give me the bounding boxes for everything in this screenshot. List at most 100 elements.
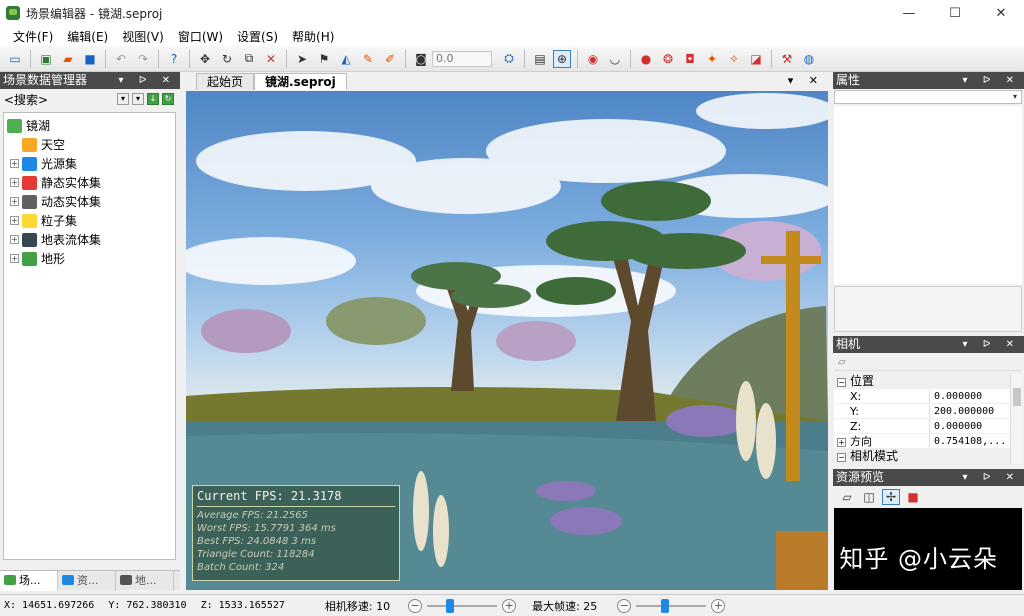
- expand-icon[interactable]: +: [10, 254, 19, 263]
- expand-icon[interactable]: +: [837, 438, 846, 447]
- expand-icon[interactable]: +: [10, 197, 19, 206]
- tools-icon[interactable]: ⚒: [778, 50, 796, 68]
- property-value[interactable]: 0.754108,...: [929, 434, 1010, 448]
- undo-icon[interactable]: ↶: [112, 50, 130, 68]
- folder-icon[interactable]: ▰: [59, 50, 77, 68]
- tree-root[interactable]: 镜湖: [4, 116, 175, 135]
- panel-controls[interactable]: ▾ ᐅ ✕: [963, 336, 1020, 353]
- property-row[interactable]: Y: 200.000000: [834, 404, 1010, 419]
- axis-icon[interactable]: ✢: [882, 489, 900, 505]
- snap-icon[interactable]: ⊕: [553, 49, 571, 68]
- property-value[interactable]: 0.000000: [929, 389, 1010, 403]
- property-row[interactable]: X: 0.000000: [834, 389, 1010, 404]
- tree-item[interactable]: + 粒子集: [4, 211, 175, 230]
- rotate-icon[interactable]: ↻: [218, 50, 236, 68]
- menu-help[interactable]: 帮助(H): [285, 28, 341, 45]
- save-icon[interactable]: ■: [81, 50, 99, 68]
- panel-controls[interactable]: ▾ ᐅ ✕: [963, 469, 1020, 486]
- menu-file[interactable]: 文件(F): [6, 28, 60, 45]
- properties-selector[interactable]: ▾: [834, 90, 1022, 104]
- eye-icon[interactable]: ◉: [584, 50, 602, 68]
- download-icon[interactable]: ↓: [147, 93, 159, 105]
- expand-icon[interactable]: +: [10, 235, 19, 244]
- panel-controls[interactable]: ▾ ᐅ ✕: [119, 72, 176, 89]
- properties-grid[interactable]: [834, 106, 1022, 284]
- new-icon[interactable]: ▭: [6, 50, 24, 68]
- max-fps-decrease[interactable]: −: [617, 598, 632, 613]
- scene-viewport[interactable]: Current FPS: 21.3178 Average FPS: 21.256…: [186, 91, 828, 590]
- expand-icon[interactable]: +: [10, 159, 19, 168]
- tab-scene[interactable]: 场...: [0, 571, 58, 591]
- refresh-icon[interactable]: ↻: [162, 93, 174, 105]
- property-row[interactable]: + 方向 0.754108,...: [834, 434, 1010, 449]
- scrollbar-thumb[interactable]: [1013, 388, 1021, 406]
- collapse-icon[interactable]: −: [837, 453, 846, 462]
- dropdown-icon[interactable]: ▾: [132, 93, 144, 105]
- render-screen-icon[interactable]: ◪: [747, 50, 765, 68]
- dropdown-icon[interactable]: ▾: [117, 93, 129, 105]
- paint-icon[interactable]: ✎: [359, 50, 377, 68]
- toolbar-value-field[interactable]: 0.0: [432, 50, 492, 67]
- move-icon[interactable]: ✥: [196, 50, 214, 68]
- printer-icon[interactable]: ▤: [531, 50, 549, 68]
- water-icon[interactable]: ◍: [800, 50, 818, 68]
- render-light-icon[interactable]: ✧: [725, 50, 743, 68]
- render-star-icon[interactable]: ✦: [703, 50, 721, 68]
- menu-edit[interactable]: 编辑(E): [60, 28, 115, 45]
- tab-project[interactable]: 镜湖.seproj: [254, 73, 347, 90]
- expand-icon[interactable]: +: [10, 178, 19, 187]
- panel-controls[interactable]: ▾ ᐅ ✕: [963, 72, 1020, 89]
- open-icon[interactable]: ▣: [37, 50, 55, 68]
- collapse-icon[interactable]: −: [837, 378, 846, 387]
- property-value[interactable]: 200.000000: [929, 404, 1010, 418]
- redo-icon[interactable]: ↷: [134, 50, 152, 68]
- property-value[interactable]: 0.000000: [929, 419, 1010, 433]
- tab-start-page[interactable]: 起始页: [196, 73, 255, 90]
- tree-item[interactable]: + 地表流体集: [4, 230, 175, 249]
- property-row[interactable]: Z: 0.000000: [834, 419, 1010, 434]
- camera-icon[interactable]: ◙: [412, 50, 430, 68]
- render-sphere-icon[interactable]: ●: [637, 50, 655, 68]
- search-input[interactable]: <搜索>: [4, 91, 114, 108]
- help-icon[interactable]: ?: [165, 50, 183, 68]
- menu-window[interactable]: 窗口(W): [171, 28, 230, 45]
- brush-icon[interactable]: ✐: [381, 50, 399, 68]
- maximize-button[interactable]: ☐: [932, 0, 978, 26]
- camera-speed-increase[interactable]: +: [502, 598, 517, 613]
- slider-handle[interactable]: [661, 598, 670, 613]
- tree-item[interactable]: + 地形: [4, 249, 175, 268]
- close-button[interactable]: ✕: [978, 0, 1024, 26]
- delete-icon[interactable]: ✕: [262, 50, 280, 68]
- select-icon[interactable]: ➤: [293, 50, 311, 68]
- plane-icon[interactable]: ▱: [838, 489, 856, 505]
- render-camera-icon[interactable]: ◘: [681, 50, 699, 68]
- tree-item[interactable]: + 静态实体集: [4, 173, 175, 192]
- menu-view[interactable]: 视图(V): [115, 28, 171, 45]
- cube-icon[interactable]: ◫: [860, 489, 878, 505]
- camera-scrollbar[interactable]: [1010, 374, 1022, 464]
- camera-speed-slider[interactable]: [427, 598, 498, 613]
- property-category[interactable]: − 位置: [834, 374, 1010, 389]
- scale-icon[interactable]: ⧉: [240, 50, 258, 68]
- terrain-icon[interactable]: ◭: [337, 50, 355, 68]
- stop-icon[interactable]: ■: [904, 489, 922, 505]
- max-fps-slider[interactable]: [636, 598, 707, 613]
- tab-terrain[interactable]: 地...: [116, 571, 174, 591]
- tree-item[interactable]: + 动态实体集: [4, 192, 175, 211]
- menu-settings[interactable]: 设置(S): [230, 28, 285, 45]
- network-icon[interactable]: ⛭: [500, 50, 518, 68]
- tree-item[interactable]: + 光源集: [4, 154, 175, 173]
- eye-closed-icon[interactable]: ◡: [606, 50, 624, 68]
- tree-item[interactable]: 天空: [4, 135, 175, 154]
- render-mesh-icon[interactable]: ❂: [659, 50, 677, 68]
- expand-icon[interactable]: +: [10, 216, 19, 225]
- sort-icon[interactable]: ▱: [838, 357, 846, 368]
- property-category[interactable]: − 相机模式: [834, 449, 1010, 464]
- slider-handle[interactable]: [446, 598, 455, 613]
- camera-speed-decrease[interactable]: −: [408, 598, 423, 613]
- minimize-button[interactable]: —: [886, 0, 932, 26]
- doc-tab-controls[interactable]: ▾ ✕: [788, 74, 824, 87]
- flag-icon[interactable]: ⚑: [315, 50, 333, 68]
- max-fps-increase[interactable]: +: [711, 598, 726, 613]
- tab-resources[interactable]: 资...: [58, 571, 116, 591]
